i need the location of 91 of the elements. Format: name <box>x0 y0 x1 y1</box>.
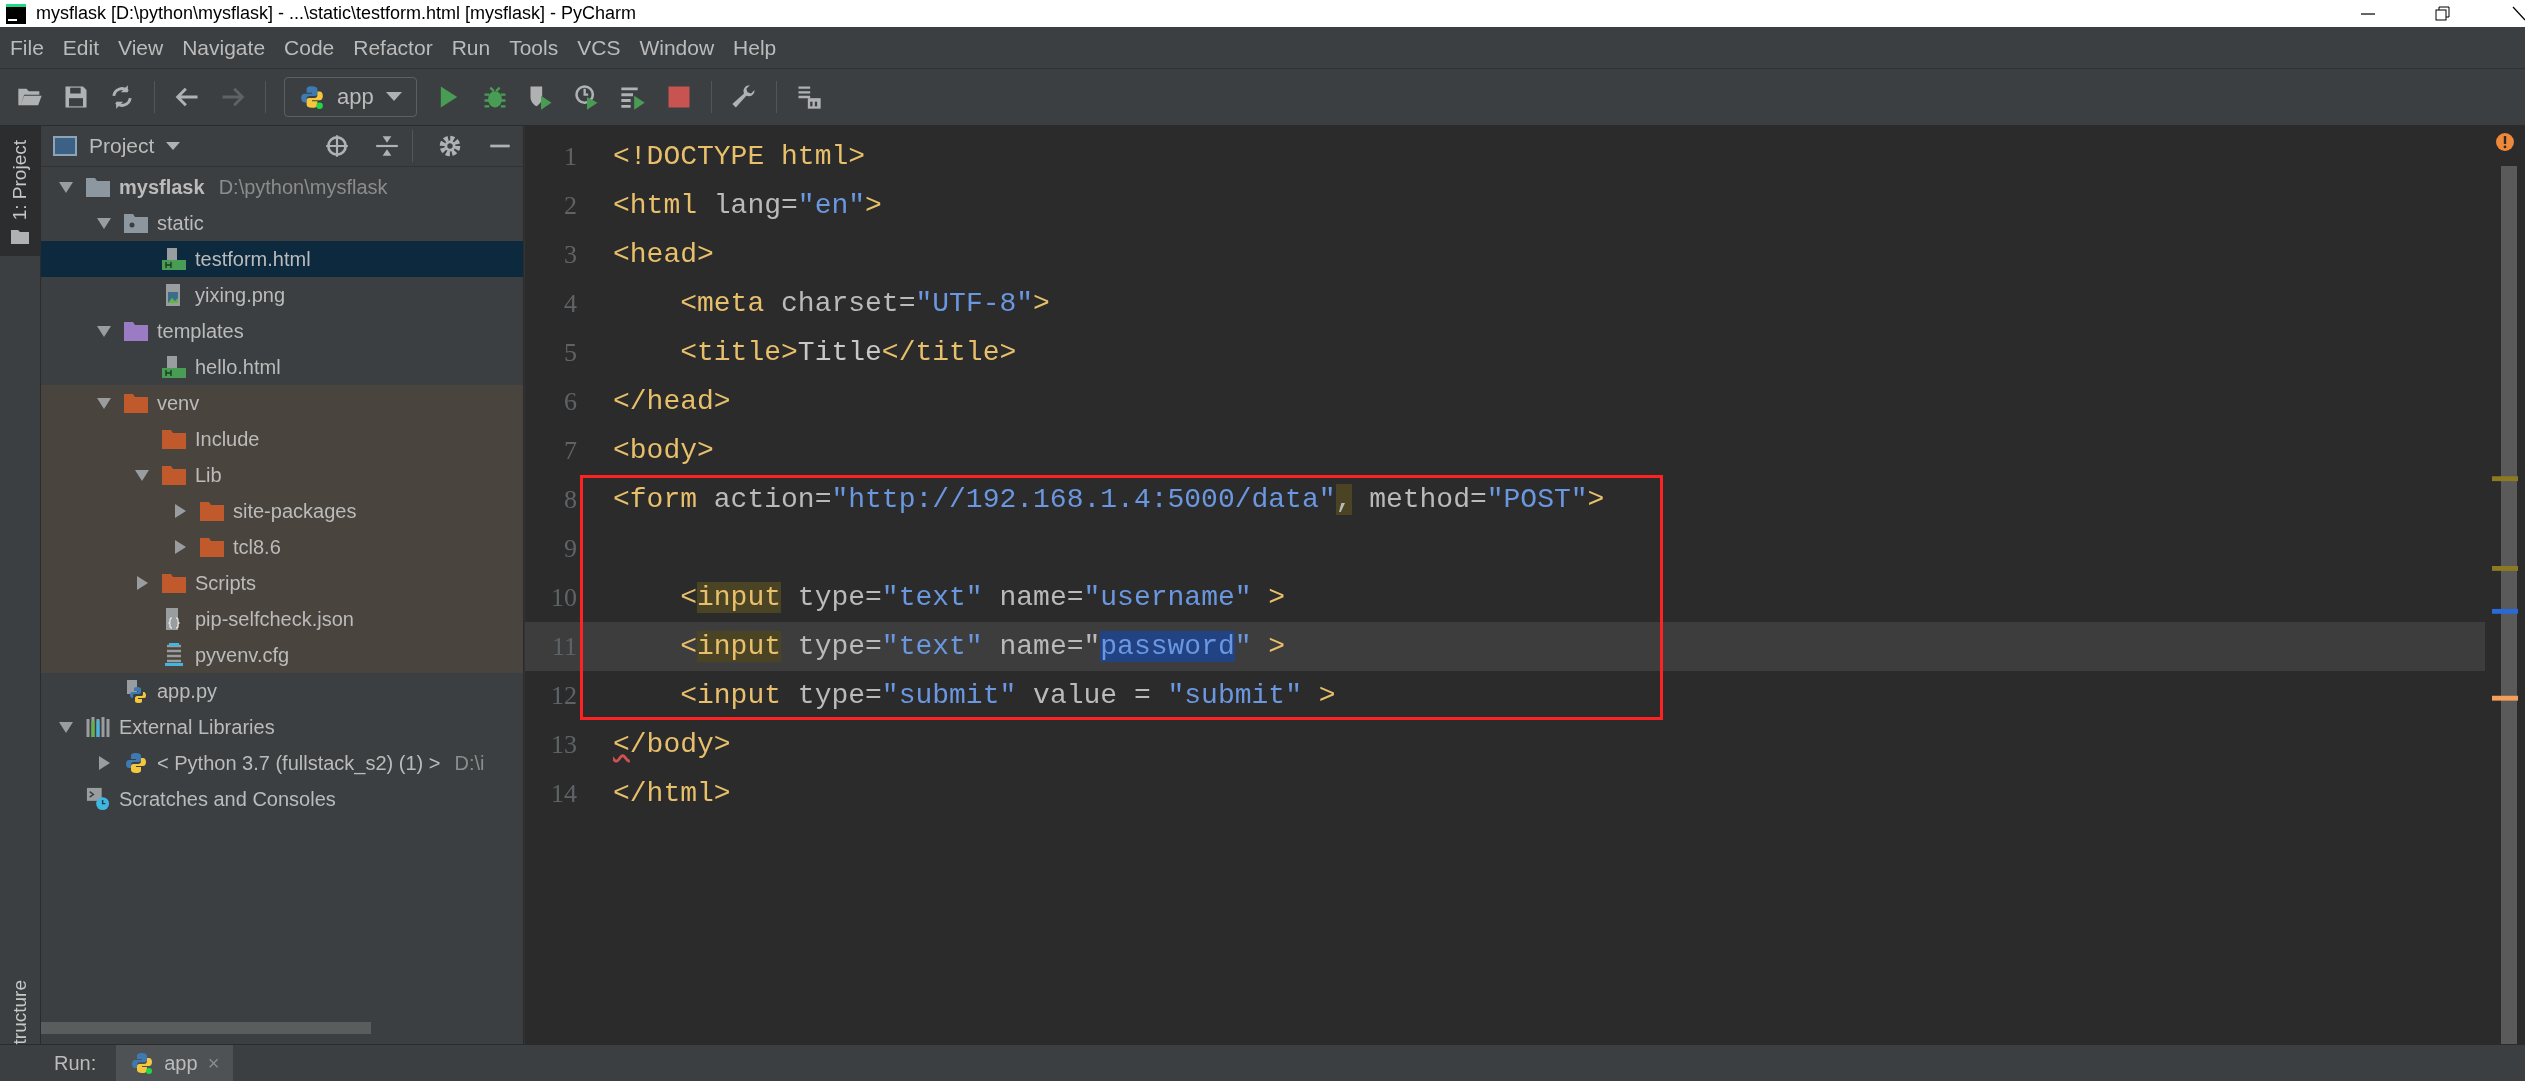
menu-item[interactable]: Run <box>451 35 491 60</box>
tree-item[interactable]: pyvenv.cfg <box>41 637 523 673</box>
scratches-icon <box>85 787 111 811</box>
window-title: mysflask [D:\python\mysflask] - ...\static\testform.html [mysflask] - PyCharm <box>36 3 637 24</box>
line-number: 3 <box>563 238 578 271</box>
expanded-arrow-icon[interactable] <box>96 323 112 339</box>
menu-item[interactable]: Tools <box>509 35 559 60</box>
tree-item[interactable]: hello.html <box>41 349 523 385</box>
tree-item[interactable]: static <box>41 205 523 241</box>
restore-icon[interactable] <box>2435 5 2451 22</box>
tree-item[interactable]: tcl8.6 <box>41 529 523 565</box>
path-hint: D:\i <box>454 751 485 775</box>
caret-icon <box>385 92 402 102</box>
caret-icon[interactable] <box>166 141 181 151</box>
run-label: Run: <box>54 1051 97 1075</box>
menu-item[interactable]: VCS <box>577 35 621 60</box>
app-logo-icon <box>6 3 26 24</box>
line-number: 7 <box>563 434 578 467</box>
menu-item[interactable]: Help <box>733 35 777 60</box>
line-number: 10 <box>550 581 578 614</box>
tree-item[interactable]: Include <box>41 421 523 457</box>
project-tool-tab[interactable]: 1: Project <box>0 126 40 257</box>
tree-item[interactable]: venv <box>41 385 523 421</box>
line-number: 9 <box>563 532 578 565</box>
run-configuration-dropdown[interactable]: app <box>284 77 417 117</box>
menu-item[interactable]: Code <box>284 35 335 60</box>
menu-item[interactable]: Navigate <box>182 35 266 60</box>
expanded-arrow-icon[interactable] <box>134 467 150 483</box>
expanded-arrow-icon[interactable] <box>58 179 74 195</box>
tree-item[interactable]: site-packages <box>41 493 523 529</box>
tree-item[interactable]: External Libraries <box>41 709 523 745</box>
folder-icon <box>123 391 149 415</box>
collapsed-arrow-icon[interactable] <box>134 575 150 591</box>
collapsed-arrow-icon[interactable] <box>96 755 112 771</box>
line-number: 5 <box>563 336 578 369</box>
tree-item[interactable]: Lib <box>41 457 523 493</box>
library-icon <box>85 715 111 739</box>
line-number: 12 <box>550 679 578 712</box>
collapse-all-icon[interactable] <box>374 133 400 159</box>
tree-item[interactable]: Scripts <box>41 565 523 601</box>
folder-icon <box>85 175 111 199</box>
menu-item[interactable]: Refactor <box>353 35 433 60</box>
line-number: 8 <box>563 483 578 516</box>
folder-icon <box>161 571 187 595</box>
expanded-arrow-icon[interactable] <box>96 395 112 411</box>
python-icon <box>123 751 149 775</box>
window-icon <box>53 136 77 156</box>
structure-tool-tab[interactable]: tructure <box>0 973 40 1044</box>
menu-item[interactable]: File <box>10 35 44 60</box>
run-tab[interactable]: app × <box>116 1045 234 1081</box>
folder-icon <box>199 499 225 523</box>
error-stripe[interactable] <box>2492 165 2518 1044</box>
locate-icon[interactable] <box>324 133 350 159</box>
folder-icon <box>123 211 149 235</box>
python-icon <box>299 84 325 110</box>
settings-icon[interactable] <box>437 133 463 159</box>
path-hint: D:\python\mysflask <box>218 175 388 199</box>
tab-label: app <box>164 1051 198 1075</box>
tree-item[interactable]: pip-selfcheck.json <box>41 601 523 637</box>
project-view-dropdown[interactable]: Project <box>89 134 155 158</box>
html-file-icon <box>161 355 187 379</box>
tree-item[interactable]: testform.html <box>41 241 523 277</box>
line-number: 14 <box>550 777 578 810</box>
line-number: 6 <box>563 385 578 418</box>
line-number: 1 <box>563 140 578 173</box>
tree-item[interactable]: < Python 3.7 (fullstack_s2) (1) > D:\i <box>41 745 523 781</box>
tree-item[interactable]: Scratches and Consoles <box>41 781 523 817</box>
expanded-arrow-icon[interactable] <box>58 719 74 735</box>
html-file-icon <box>161 247 187 271</box>
line-number: 4 <box>563 287 578 320</box>
menu-item[interactable]: Window <box>639 35 715 60</box>
close-icon[interactable] <box>2511 5 2525 22</box>
folder-icon <box>161 463 187 487</box>
warning-icon[interactable] <box>2495 132 2515 152</box>
line-number: 2 <box>563 189 578 222</box>
tree-item[interactable]: mysflask D:\python\mysflask <box>41 169 523 205</box>
scrollbar-thumb[interactable] <box>41 1022 371 1034</box>
menu-item[interactable]: Edit <box>62 35 100 60</box>
python-icon <box>130 1051 155 1075</box>
folder-icon <box>123 319 149 343</box>
line-number: 13 <box>550 728 578 761</box>
collapsed-arrow-icon[interactable] <box>172 539 188 555</box>
menu-item[interactable]: View <box>118 35 164 60</box>
tree-item[interactable]: app.py <box>41 673 523 709</box>
tree-item[interactable]: templates <box>41 313 523 349</box>
folder-icon <box>11 228 29 245</box>
folder-icon <box>199 535 225 559</box>
collapsed-arrow-icon[interactable] <box>172 503 188 519</box>
expanded-arrow-icon[interactable] <box>96 215 112 231</box>
tree-item[interactable]: yixing.png <box>41 277 523 313</box>
folder-icon <box>161 427 187 451</box>
